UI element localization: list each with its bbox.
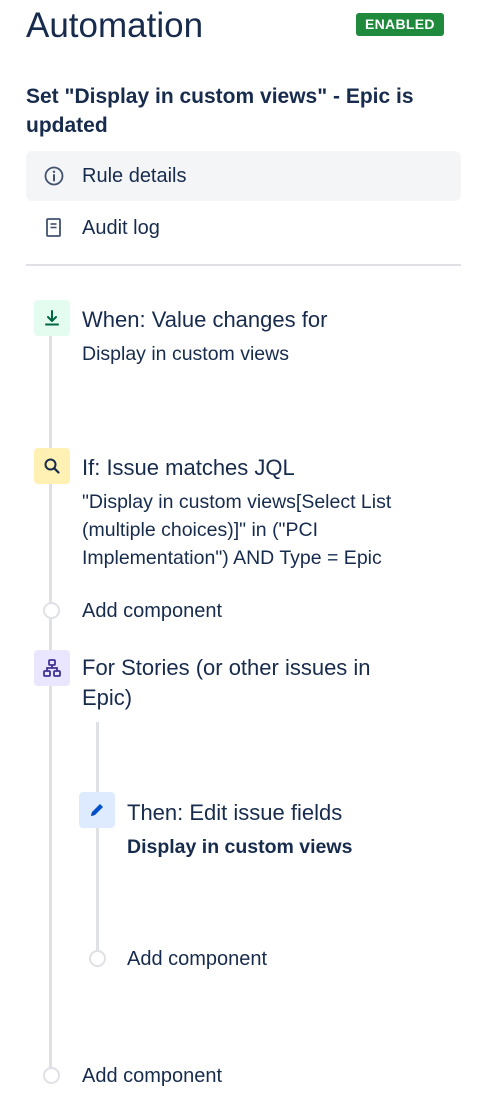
download-arrow-icon[interactable]: [34, 300, 70, 336]
action-description: Display in custom views: [127, 836, 353, 858]
nav-item-audit-log[interactable]: Audit log: [26, 203, 461, 253]
info-icon: [26, 165, 82, 187]
condition-description: "Display in custom views[Select List (mu…: [82, 491, 392, 569]
add-component-button[interactable]: Add component: [82, 598, 222, 624]
page-title: Automation: [26, 6, 204, 45]
add-component-dot[interactable]: [43, 1067, 60, 1084]
add-component-dot[interactable]: [89, 950, 106, 967]
trigger-description: Display in custom views: [82, 343, 289, 365]
action-title[interactable]: Then: Edit issue fields: [127, 798, 342, 828]
rule-chain-line: [49, 335, 52, 1075]
document-icon: [26, 217, 82, 239]
status-badge: ENABLED: [356, 13, 444, 36]
branch-title[interactable]: For Stories (or other issues in Epic): [82, 653, 412, 713]
add-component-button[interactable]: Add component: [127, 946, 267, 972]
add-component-dot[interactable]: [43, 602, 60, 619]
nav-item-rule-details[interactable]: Rule details: [26, 151, 461, 201]
search-icon[interactable]: [34, 448, 70, 484]
branch-chain-line: [96, 722, 99, 958]
condition-title[interactable]: If: Issue matches JQL: [82, 453, 295, 483]
add-component-button[interactable]: Add component: [82, 1063, 222, 1089]
trigger-title[interactable]: When: Value changes for: [82, 305, 327, 335]
rule-name: Set "Display in custom views" - Epic is …: [26, 85, 414, 137]
nav-item-label: Rule details: [82, 165, 187, 187]
pencil-icon[interactable]: [79, 792, 115, 828]
hierarchy-icon[interactable]: [34, 650, 70, 686]
divider: [26, 264, 461, 266]
nav-item-label: Audit log: [82, 217, 160, 239]
